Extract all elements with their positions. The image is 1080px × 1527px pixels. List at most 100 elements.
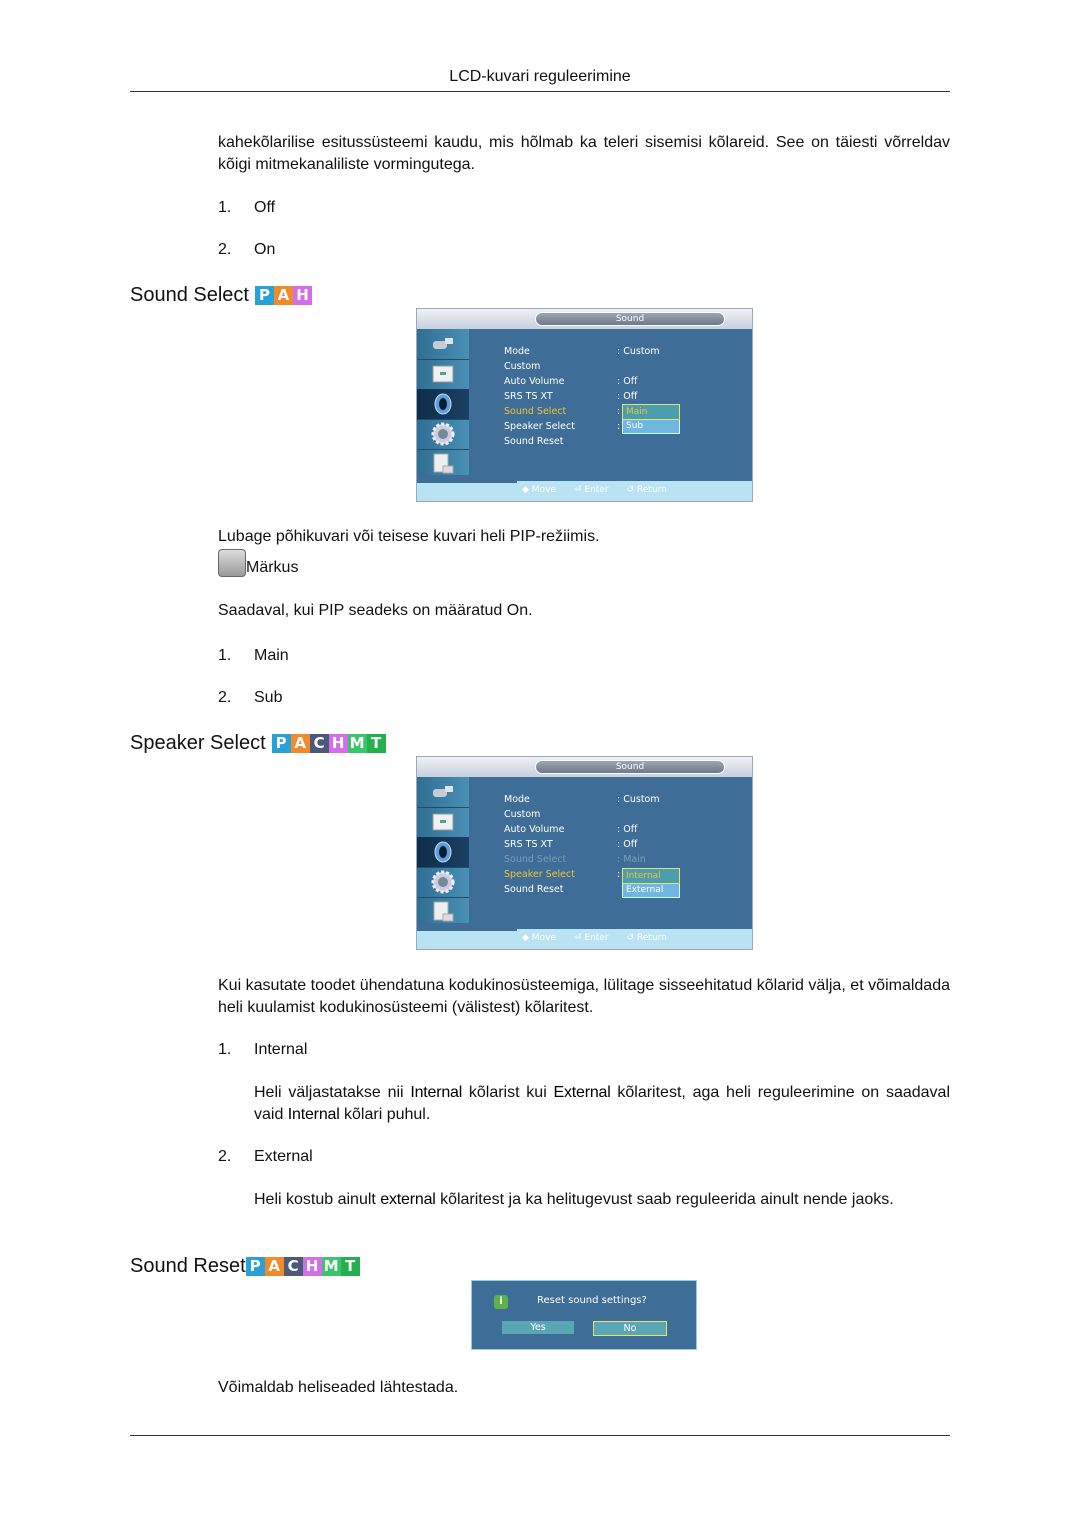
list-item: 2. On <box>218 240 518 260</box>
section-title-sound-select: Sound Select PAH <box>130 282 312 308</box>
sound-icon <box>417 837 469 868</box>
osd-hints: ◆ Move ⏎ Enter ↺ Return <box>522 933 667 943</box>
sound-select-description: Lubage põhikuvari või teisese kuvari hel… <box>218 528 600 545</box>
list-label: External <box>254 1148 313 1165</box>
picture-icon <box>417 807 469 838</box>
list-number: 2. <box>218 689 232 706</box>
mode-badge-h: H <box>292 285 312 305</box>
list-number: 2. <box>218 1148 232 1165</box>
osd-row: Mode: Custom <box>504 792 704 807</box>
osd-row-value: : Custom <box>617 346 660 357</box>
list-item: 2. External <box>218 1147 518 1167</box>
speaker-select-description: Kui kasutate toodet ühendatuna kodukinos… <box>218 977 950 1016</box>
osd-row-key: Speaker Select <box>504 869 575 880</box>
mode-badge-p: P <box>254 285 274 305</box>
osd-hint-bar-notch <box>417 923 517 931</box>
external-description: Heli kostub ainult external kõlaritest j… <box>254 1191 894 1208</box>
osd-row-key: Custom <box>504 809 541 820</box>
osd-dropdown-option: External <box>626 885 664 895</box>
osd-hint-enter: ⏎ Enter <box>573 485 609 495</box>
list-item: 1. Off <box>218 198 518 218</box>
osd-dropdown-option-highlighted: Internal <box>622 868 680 884</box>
mode-badges: PACHMT <box>271 733 386 753</box>
mode-badges: PAH <box>254 285 312 305</box>
mode-badge-m: M <box>321 1256 341 1276</box>
osd-dropdown: Internal External <box>622 868 680 898</box>
osd-row-value: : Off <box>617 376 638 387</box>
osd-row-key: Sound Select <box>504 406 567 417</box>
osd-title: Sound <box>535 312 725 326</box>
intro-paragraph: kahekõlarilise esitussüsteemi kaudu, mis… <box>218 134 950 173</box>
osd-row-key: SRS TS XT <box>504 391 553 402</box>
osd-row-disabled: Sound Select : Main <box>504 852 704 867</box>
osd-dropdown: Main Sub <box>622 404 680 434</box>
section-title-speaker-select: Speaker Select PACHMT <box>130 730 386 756</box>
osd-hint-return: ↺ Return <box>626 933 667 943</box>
osd-row: Auto Volume : Off <box>504 822 704 837</box>
osd-hint-enter: ⏎ Enter <box>573 933 609 943</box>
list-label: Main <box>254 647 289 664</box>
input-icon <box>417 329 469 360</box>
info-icon: i <box>494 1295 508 1309</box>
osd-row-value: : <box>617 421 621 432</box>
section-title-text: Sound Select <box>130 284 249 306</box>
dialog-question: Reset sound settings? <box>537 1295 647 1306</box>
osd-row-key: Custom <box>504 361 541 372</box>
mode-badges: PACHMT <box>245 1256 360 1276</box>
list-number: 1. <box>218 647 232 664</box>
section-title-text: Sound Reset <box>130 1255 246 1277</box>
mode-badge-a: A <box>290 733 310 753</box>
osd-row: Mode : Custom <box>504 344 704 359</box>
page-header-title: LCD-kuvari reguleerimine <box>449 68 631 85</box>
note-pencil-icon <box>218 549 246 577</box>
list-label: On <box>254 241 276 258</box>
list-number: 2. <box>218 241 232 258</box>
list-number: 1. <box>218 1041 232 1058</box>
osd-row-value: : <box>617 406 621 417</box>
osd-row-value: : Off <box>617 824 638 835</box>
osd-dropdown-option: Sub <box>626 421 644 431</box>
osd-row-value: : Off <box>617 839 638 850</box>
picture-icon <box>417 359 469 390</box>
osd-row-key: Speaker Select <box>504 421 575 432</box>
list-number: 1. <box>218 199 232 216</box>
osd-sidebar <box>417 329 469 481</box>
osd-row-value: : Main <box>617 854 646 865</box>
osd-hint-bar-notch <box>417 475 517 483</box>
osd-row-key: Auto Volume <box>504 824 565 835</box>
sound-icon <box>417 389 469 420</box>
mode-badge-p: P <box>271 733 291 753</box>
osd-row-key: Auto Volume <box>504 376 565 387</box>
osd-hint-move: ◆ Move <box>522 933 556 943</box>
osd-row: SRS TS XT : Off <box>504 837 704 852</box>
osd-row-key: Mode <box>504 346 530 357</box>
note-label: Märkus <box>246 559 299 576</box>
osd-row-key: Sound Reset <box>504 436 564 447</box>
mode-badge-m: M <box>347 733 367 753</box>
list-item: 1. Main <box>218 646 518 666</box>
osd-row-key: Mode <box>504 794 530 805</box>
osd-row-value: : <box>617 869 621 880</box>
list-label: Sub <box>254 689 283 706</box>
mode-badge-c: C <box>283 1256 303 1276</box>
setup-gear-icon <box>417 419 469 450</box>
osd-hints: ◆ Move ⏎ Enter ↺ Return <box>522 485 667 495</box>
osd-sidebar <box>417 777 469 929</box>
footer-divider <box>130 1435 950 1436</box>
reset-dialog-screenshot: i Reset sound settings? Yes No <box>471 1280 697 1350</box>
osd-row-key: SRS TS XT <box>504 839 553 850</box>
list-label: Off <box>254 199 276 216</box>
osd-row-key: Sound Select <box>504 854 567 865</box>
mode-badge-p: P <box>245 1256 265 1276</box>
internal-description: Heli väljastatakse nii Internal kõlarist… <box>254 1084 950 1123</box>
osd-row: Sound Reset <box>504 434 704 449</box>
osd-screenshot-sound-select: Sound Mode : Custom Custom Auto Volume : O… <box>416 308 753 502</box>
osd-title: Sound <box>535 760 725 774</box>
mode-badge-t: T <box>340 1256 360 1276</box>
section-title-text: Speaker Select <box>130 732 266 754</box>
osd-row: Custom <box>504 807 704 822</box>
osd-row: SRS TS XT: Off <box>504 389 704 404</box>
osd-dropdown-option-highlighted: Main <box>622 404 680 420</box>
osd-screenshot-speaker-select: Sound Mode: Custom Custom Auto Volume : O… <box>416 756 753 950</box>
header-divider <box>130 91 950 92</box>
